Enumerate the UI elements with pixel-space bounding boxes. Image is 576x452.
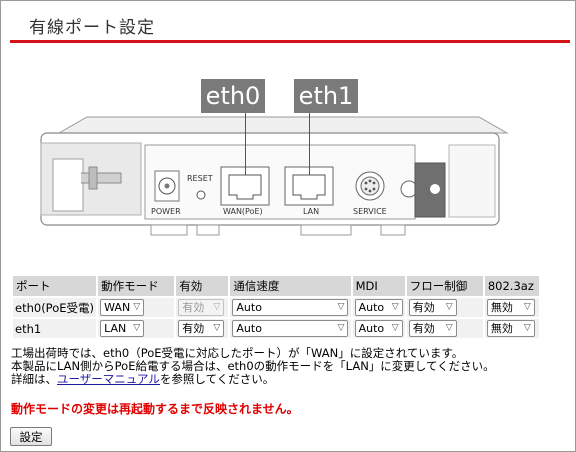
eth1-tag: eth1 <box>294 79 358 113</box>
speed-value: Auto <box>236 322 262 335</box>
reboot-warning: 動作モードの変更は再起動するまで反映されません。 <box>11 402 299 416</box>
lan-port-label: LAN <box>303 207 320 216</box>
header-port: ポート <box>13 276 97 296</box>
speed-select[interactable]: Auto ▽ <box>232 299 349 316</box>
enabled-value: 有効 <box>182 301 205 314</box>
note-suffix: を参照してください。 <box>159 372 275 386</box>
mdi-value: Auto <box>358 322 385 335</box>
mode-select[interactable]: WAN ▽ <box>100 299 145 316</box>
mdi-select[interactable]: Auto ▽ <box>354 320 403 337</box>
chevron-down-icon: ▽ <box>445 323 453 333</box>
speed-select[interactable]: Auto ▽ <box>232 320 349 337</box>
flow-control-select[interactable]: 有効 ▽ <box>408 299 457 316</box>
reset-label: RESET <box>187 174 213 183</box>
notes: 工場出荷時では、eth0（PoE受電に対応したポート）が「WAN」に設定されてい… <box>11 347 571 386</box>
port-settings-table: ポート 動作モード 有効 通信速度 MDI フロー制御 802.3az eth0… <box>11 274 541 340</box>
chevron-down-icon: ▽ <box>523 302 531 312</box>
table-row: eth0(PoE受電) WAN ▽ 有効 ▽ Auto ▽ Auto ▽ 有効 ▽ 無効 ▽ <box>13 298 539 317</box>
user-manual-link[interactable]: ユーザーマニュアル <box>57 372 160 386</box>
header-enabled: 有効 <box>176 276 229 296</box>
header-flow-control: フロー制御 <box>406 276 483 296</box>
wan-port-label: WAN(PoE) <box>223 207 263 216</box>
chevron-down-icon: ▽ <box>213 323 221 333</box>
eth0-leader-line <box>245 113 246 175</box>
mode-value: LAN <box>104 322 127 335</box>
table-header-row: ポート 動作モード 有効 通信速度 MDI フロー制御 802.3az <box>13 276 539 296</box>
eee-value: 無効 <box>490 322 513 335</box>
chevron-down-icon: ▽ <box>337 302 345 312</box>
note-prefix: 詳細は、 <box>11 372 57 386</box>
chevron-down-icon: ▽ <box>133 323 141 333</box>
chevron-down-icon: ▽ <box>391 302 399 312</box>
port-name: eth0(PoE受電) <box>13 298 97 317</box>
chevron-down-icon: ▽ <box>213 302 221 312</box>
header-speed: 通信速度 <box>230 276 351 296</box>
port-name: eth1 <box>13 319 97 338</box>
eth0-tag: eth0 <box>201 79 265 113</box>
chevron-down-icon: ▽ <box>523 323 531 333</box>
flow-control-select[interactable]: 有効 ▽ <box>408 320 457 337</box>
router-back-panel-image <box>40 116 509 236</box>
device-illustration: eth0 eth1 POWER RESET WAN(PoE) LAN SERVI… <box>1 71 576 261</box>
eth1-leader-line <box>309 113 310 175</box>
table-row: eth1 LAN ▽ 有効 ▽ Auto ▽ Auto ▽ 有効 ▽ 無効 ▽ <box>13 319 539 338</box>
page-frame: 有線ポート設定 eth0 eth1 POWER RESET WAN(PoE) L… <box>0 0 576 452</box>
flow-value: 有効 <box>412 301 435 314</box>
enabled-select: 有効 ▽ <box>178 299 225 316</box>
enabled-select[interactable]: 有効 ▽ <box>178 320 225 337</box>
mode-value: WAN <box>104 301 131 314</box>
eee-select[interactable]: 無効 ▽ <box>486 299 535 316</box>
enabled-value: 有効 <box>182 322 205 335</box>
speed-value: Auto <box>236 301 262 314</box>
header-mode: 動作モード <box>98 276 175 296</box>
mdi-select[interactable]: Auto ▽ <box>354 299 403 316</box>
chevron-down-icon: ▽ <box>391 323 399 333</box>
header-mdi: MDI <box>352 276 405 296</box>
chevron-down-icon: ▽ <box>445 302 453 312</box>
title-divider <box>10 40 570 43</box>
service-port-label: SERVICE <box>353 207 387 216</box>
note-line-3: 詳細は、ユーザーマニュアルを参照してください。 <box>11 373 571 386</box>
mode-select[interactable]: LAN ▽ <box>100 320 145 337</box>
eee-value: 無効 <box>490 301 513 314</box>
power-label: POWER <box>151 207 181 216</box>
header-eee: 802.3az <box>484 276 539 296</box>
flow-value: 有効 <box>412 322 435 335</box>
chevron-down-icon: ▽ <box>133 302 141 312</box>
mdi-value: Auto <box>358 301 385 314</box>
eee-select[interactable]: 無効 ▽ <box>486 320 535 337</box>
submit-button[interactable]: 設定 <box>10 427 52 446</box>
chevron-down-icon: ▽ <box>337 323 345 333</box>
page-title: 有線ポート設定 <box>29 18 155 38</box>
